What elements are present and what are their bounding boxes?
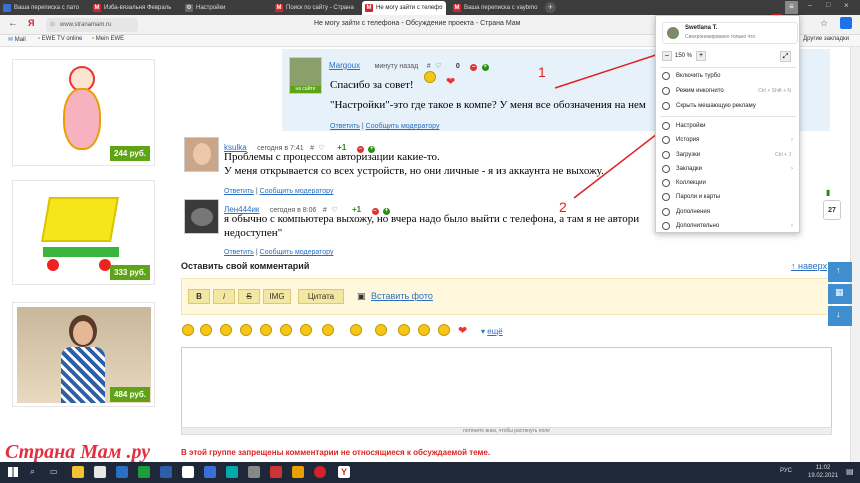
menu-shortcut: Ctrl + Shift + N: [758, 88, 791, 94]
annotation-number-2: 2: [559, 199, 567, 215]
app-icon[interactable]: [292, 466, 304, 478]
sync-status: Синхронизировано только что: [685, 34, 756, 40]
windows-start-icon[interactable]: [8, 467, 18, 477]
menu-item-label: История: [676, 137, 700, 143]
clock-date: 19.02.2021: [808, 473, 839, 479]
profile-name: Swetlana T.: [685, 25, 718, 31]
gear-icon: [662, 122, 670, 130]
browser-window: Ваша переписка с пато M Изба-вязальня Фев…: [0, 0, 860, 483]
menu-item-label: Дополнительно: [676, 223, 720, 229]
menu-item-label: Режим инкогнито: [676, 88, 724, 94]
profile-card[interactable]: Swetlana T. Синхронизировано только что: [662, 22, 798, 44]
menu-item-extensions[interactable]: Дополнения: [656, 205, 799, 219]
app-icon[interactable]: [226, 466, 238, 478]
zoom-in-button[interactable]: +: [696, 51, 706, 61]
menu-item-turbo[interactable]: Включить турбо: [656, 69, 799, 83]
taskbar: ⌕ ▭ Y РУС 11:02 19.02.2021 ▤: [0, 462, 860, 483]
search-icon[interactable]: ⌕: [30, 466, 35, 477]
language-indicator[interactable]: РУС: [780, 468, 792, 474]
explorer-icon[interactable]: [72, 466, 84, 478]
menu-item-advanced[interactable]: Дополнительно ›: [656, 219, 799, 233]
chevron-right-icon: ›: [791, 137, 793, 143]
menu-item-label: Скрыть мешающую рекламу: [676, 103, 756, 109]
clock[interactable]: 11:02 19.02.2021: [808, 464, 838, 480]
menu-item-label: Включить турбо: [676, 73, 721, 79]
block-icon: [662, 102, 670, 110]
menu-item-label: Закладки: [676, 166, 702, 172]
browser-menu: Swetlana T. Синхронизировано только что …: [655, 15, 800, 233]
store-icon[interactable]: [94, 466, 106, 478]
more-icon: [662, 222, 670, 230]
menu-item-collections[interactable]: Коллекции: [656, 176, 799, 190]
menu-item-passwords[interactable]: Пароли и карты: [656, 190, 799, 204]
avatar: [667, 27, 679, 39]
chevron-right-icon: ›: [791, 166, 793, 172]
menu-item-downloads[interactable]: Загрузки Ctrl + J: [656, 148, 799, 162]
app-icon[interactable]: [270, 466, 282, 478]
arrow-line-2: [573, 126, 667, 199]
clock-icon: [662, 136, 670, 144]
menu-item-label: Пароли и карты: [676, 194, 721, 200]
collection-icon: [662, 179, 670, 187]
incognito-icon: [662, 87, 670, 95]
fullscreen-icon[interactable]: ⤢: [780, 51, 791, 62]
menu-item-settings[interactable]: Настройки: [656, 119, 799, 133]
download-icon: [662, 151, 670, 159]
annotation-number-1: 1: [538, 64, 546, 80]
puzzle-icon: [662, 208, 670, 216]
chevron-right-icon: ›: [791, 223, 793, 229]
menu-item-label: Настройки: [676, 123, 706, 129]
menu-divider: [660, 116, 796, 117]
yandex-browser-icon[interactable]: Y: [338, 466, 350, 478]
opera-icon[interactable]: [314, 466, 326, 478]
word-icon[interactable]: [160, 466, 172, 478]
menu-divider: [660, 67, 796, 68]
app-icon[interactable]: [138, 466, 150, 478]
zoom-out-button[interactable]: –: [662, 51, 672, 61]
menu-item-label: Дополнения: [676, 209, 710, 215]
key-icon: [662, 193, 670, 201]
clock-time: 11:02: [815, 465, 831, 471]
menu-shortcut: Ctrl + J: [775, 152, 791, 158]
menu-item-label: Коллекции: [676, 180, 706, 186]
mail-app-icon[interactable]: [116, 466, 128, 478]
menu-item-bookmarks[interactable]: Закладки ›: [656, 162, 799, 176]
menu-item-label: Загрузки: [676, 152, 701, 158]
turbo-icon: [662, 72, 670, 80]
zoom-level: 150 %: [675, 53, 693, 59]
app-icon[interactable]: [204, 466, 216, 478]
menu-item-history[interactable]: История ›: [656, 133, 799, 147]
notifications-icon[interactable]: ▤: [846, 467, 854, 476]
menu-item-block-ads[interactable]: Скрыть мешающую рекламу: [656, 99, 799, 113]
menu-item-incognito[interactable]: Режим инкогнито Ctrl + Shift + N: [656, 84, 799, 98]
app-icon[interactable]: [248, 466, 260, 478]
calendar-icon[interactable]: [182, 466, 194, 478]
star-icon: [662, 165, 670, 173]
task-view-icon[interactable]: ▭: [50, 467, 58, 476]
